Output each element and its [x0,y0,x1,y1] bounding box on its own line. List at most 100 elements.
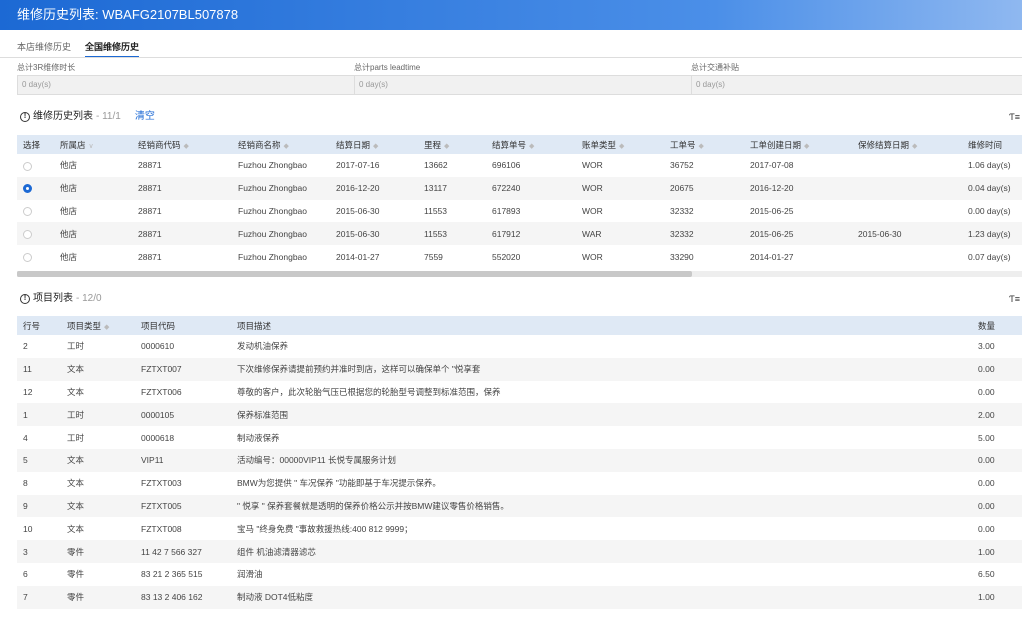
chevron-down-icon[interactable]: ∨ [89,143,94,150]
cell-line: 5 [17,448,61,472]
table-row[interactable]: 12 文本 FZTXT006 尊敬的客户，此次轮胎气压已根据您的轮胎型号调整到标准范围… [17,381,1022,404]
cell-item-code: FZTXT003 [141,478,182,489]
col-settle-date[interactable]: 结算日期 ◆ [330,135,418,154]
cell-line: 11 [17,357,61,381]
history-scrollbar[interactable] [17,271,692,277]
cell-item-desc: 组件 机油滤清器滤芯 [231,540,972,563]
table-row[interactable]: 1 工时 0000105 保养标准范围 2.00 [17,403,1022,427]
cell-item-desc: " 悦享 " 保养套餐就是透明的保养价格公示并按BMW建议零售价格销售。 [231,494,972,518]
table-row[interactable]: 10 文本 FZTXT008 宝马 "终身免费 "事故救援热线:400 812 999… [17,517,1022,540]
cell-dealer-name: Fuzhou Zhongbao [238,205,307,216]
cell-qty: 0.00 [978,523,995,534]
row-radio[interactable] [23,207,32,217]
cell-store: 他店 [60,251,78,262]
clear-button[interactable]: 清空 [135,109,155,125]
sort-icon[interactable]: ◆ [284,143,289,150]
sort-icon[interactable]: ◆ [373,143,378,150]
cell-line: 8 [23,478,28,489]
cell-store: 他店 [60,205,78,216]
cell-item-type: 零件 [61,585,135,609]
cell-line: 7 [17,585,61,609]
cell-dealer-name: Fuzhou Zhongbao [232,176,330,200]
filter-icon[interactable]: Ƭ≡ [1009,294,1020,304]
tab-local-history[interactable]: 本店维修历史 [17,40,71,58]
cell-order-no: 20675 [664,176,744,200]
cell-order-no: 32332 [670,205,694,216]
cell-warranty-date [852,176,962,200]
table-row[interactable]: 7 零件 83 13 2 406 162 制动液 DOT4低粘度 1.00 [17,585,1022,609]
table-row[interactable]: 他店 28871 Fuzhou Zhongbao 2015-06-30 1155… [17,222,1022,246]
sort-icon[interactable]: ◆ [444,143,449,150]
window-title: 维修历史列表: WBAFG2107BL507878 [0,0,1022,30]
sort-icon[interactable]: ◆ [619,143,624,150]
cell-line: 6 [23,569,28,580]
history-section-header: ! 维修历史列表 - 11/1 清空 [20,109,155,125]
row-radio[interactable] [23,161,32,171]
summary-transport: 总计交通补贴 0 day(s) [691,61,1022,95]
col-repair-time[interactable]: 维修时间 [962,135,1022,154]
info-circle-icon: ! [20,112,30,122]
table-row[interactable]: 2 工时 0000610 发动机油保养 3.00 [17,335,1022,358]
cell-dealer-code: 28871 [132,222,232,246]
col-order-date[interactable]: 工单创建日期 ◆ [744,135,852,154]
table-row[interactable]: 8 文本 FZTXT003 BMW为您提供 " 车况保养 "功能即基于车况提示保养。 0… [17,472,1022,495]
col-warranty-date[interactable]: 保修结算日期 ◆ [852,135,962,154]
cell-order-date: 2015-06-25 [744,222,852,246]
col-mileage[interactable]: 里程 ◆ [418,135,486,154]
table-row[interactable]: 他店 28871 Fuzhou Zhongbao 2017-07-16 1366… [17,154,1022,177]
col-line: 行号 [17,316,61,335]
sort-icon[interactable]: ◆ [699,143,704,150]
sort-icon[interactable]: ◆ [184,143,189,150]
tab-national-history[interactable]: 全国维修历史 [85,40,140,58]
col-dealer-code[interactable]: 经销商代码 ◆ [132,135,232,154]
cell-item-desc: 制动液保养 [237,432,280,443]
cell-repair-time: 1.06 day(s) [968,160,1011,171]
table-row[interactable]: 3 零件 11 42 7 566 327 组件 机油滤清器滤芯 1.00 [17,540,1022,563]
tab-divider [0,57,1022,58]
sort-icon[interactable]: ◆ [529,143,534,150]
row-radio[interactable] [23,184,32,194]
cell-dealer-name: Fuzhou Zhongbao [238,160,307,171]
cell-qty: 1.00 [972,540,1022,563]
row-radio[interactable] [23,229,32,239]
cell-qty: 0.00 [978,478,995,489]
cell-mileage: 13117 [418,176,486,200]
cell-mileage: 13662 [424,160,448,171]
table-row[interactable]: 他店 28871 Fuzhou Zhongbao 2016-12-20 1311… [17,176,1022,200]
table-row[interactable]: 4 工时 0000618 制动液保养 5.00 [17,426,1022,449]
cell-item-type: 文本 [61,494,135,518]
cell-line: 4 [23,432,28,443]
col-settle-no[interactable]: 结算单号 ◆ [486,135,576,154]
sort-icon[interactable]: ◆ [804,143,809,150]
table-row[interactable]: 5 文本 VIP11 活动编号：00000VIP11 长悦专属服务计划 0.00 [17,448,1022,472]
table-row[interactable]: 他店 28871 Fuzhou Zhongbao 2015-06-30 1155… [17,200,1022,223]
col-store[interactable]: 所属店 ∨ [54,135,132,154]
table-row[interactable]: 11 文本 FZTXT007 下次维修保养请提前预约并准时到店，这样可以确保单个 "悦… [17,357,1022,381]
summary-value: 0 day(s) [691,75,1022,95]
cell-item-type: 工时 [67,341,85,352]
cell-store: 他店 [54,176,132,200]
cell-order-date: 2014-01-27 [750,251,794,262]
cell-order-date: 2015-06-25 [750,205,794,216]
cell-qty: 0.00 [972,357,1022,381]
cell-item-type: 文本 [61,448,135,472]
sort-icon[interactable]: ◆ [912,143,917,150]
cell-item-code: FZTXT005 [135,494,231,518]
table-row[interactable]: 6 零件 83 21 2 365 515 润滑油 6.50 [17,563,1022,586]
table-row[interactable]: 他店 28871 Fuzhou Zhongbao 2014-01-27 7559… [17,245,1022,268]
cell-item-code: VIP11 [135,448,231,472]
col-bill-type[interactable]: 账单类型 ◆ [576,135,664,154]
cell-item-type: 文本 [67,523,85,534]
cell-mileage: 11553 [418,222,486,246]
cell-item-code: 0000105 [135,403,231,427]
row-radio[interactable] [23,252,32,262]
history-header-row: 选择 所属店 ∨ 经销商代码 ◆ 经销商名称 ◆ 结算日期 ◆ 里程 ◆ 结算单号 ◆ 账单… [17,135,1022,154]
col-item-type[interactable]: 项目类型 ◆ [61,316,135,335]
col-order-no[interactable]: 工单号 ◆ [664,135,744,154]
col-dealer-name[interactable]: 经销商名称 ◆ [232,135,330,154]
sort-icon[interactable]: ◆ [104,324,109,331]
table-row[interactable]: 9 文本 FZTXT005 " 悦享 " 保养套餐就是透明的保养价格公示并按BMW建议… [17,494,1022,518]
cell-qty: 0.00 [978,386,995,397]
filter-icon[interactable]: Ƭ≡ [1009,112,1020,122]
cell-item-desc: 润滑油 [237,569,263,580]
